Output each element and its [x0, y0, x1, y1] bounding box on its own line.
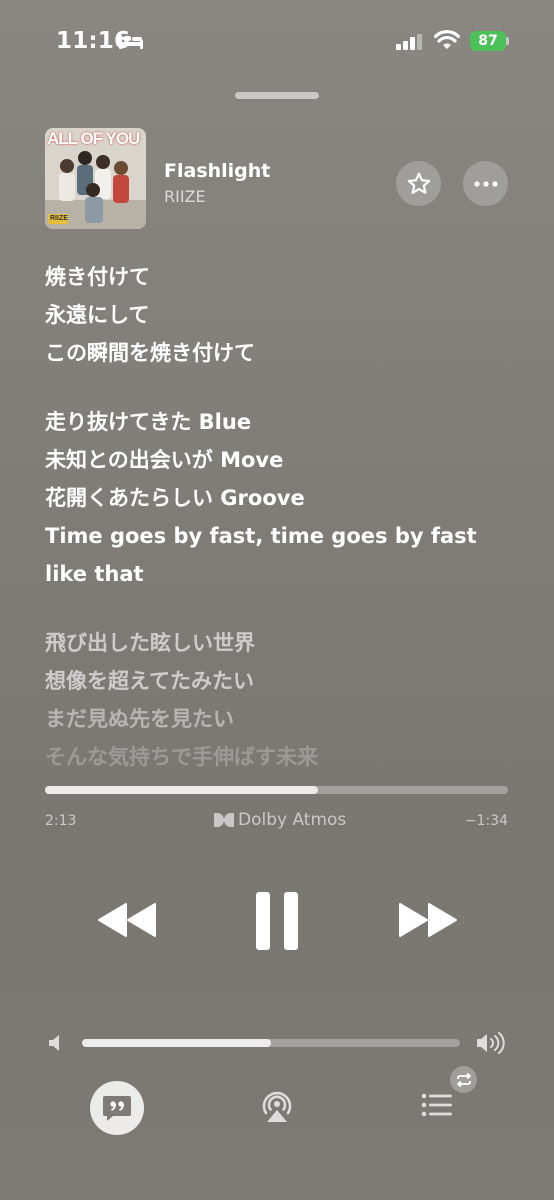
- repeat-badge: [450, 1066, 477, 1093]
- lyric-line[interactable]: 想像を超えてたみたい: [45, 662, 515, 700]
- lyric-line[interactable]: 花開くあたらしい Groove: [45, 479, 515, 517]
- song-title[interactable]: Flashlight: [164, 160, 270, 182]
- airplay-icon[interactable]: [258, 1086, 296, 1124]
- lyric-line[interactable]: 走り抜けてきた Blue: [45, 403, 515, 441]
- artist-name[interactable]: RIIZE: [164, 187, 206, 206]
- sleep-focus-icon: [119, 35, 143, 49]
- lyric-line[interactable]: like that: [45, 555, 515, 593]
- rewind-icon[interactable]: [97, 900, 157, 940]
- fast-forward-icon[interactable]: [398, 900, 458, 940]
- lyric-line[interactable]: そんな気持ちで手伸ばす未来: [45, 738, 515, 776]
- wifi-icon: [434, 30, 460, 49]
- elapsed-time: 2:13: [45, 813, 77, 829]
- lyric-line[interactable]: まだ見ぬ先を見たい: [45, 700, 515, 738]
- lyric-line[interactable]: この瞬間を焼き付けて: [45, 334, 515, 372]
- pause-icon[interactable]: [255, 892, 299, 950]
- battery-nub: [506, 37, 509, 45]
- lyric-line[interactable]: 未知との出会いが Move: [45, 441, 515, 479]
- lyrics-button[interactable]: [90, 1081, 144, 1135]
- playback-progress-fill: [45, 786, 319, 794]
- more-options-button[interactable]: [463, 161, 508, 206]
- cellular-signal-icon: [396, 34, 422, 50]
- lyric-line[interactable]: 焼き付けて: [45, 258, 515, 296]
- speaker-low-icon: [49, 1035, 59, 1051]
- audio-format-label: Dolby Atmos: [238, 810, 347, 830]
- sheet-grabber[interactable]: [235, 92, 319, 99]
- album-art-title: ALL OF YOU: [47, 129, 140, 148]
- lyrics-quote-icon: [103, 1096, 131, 1121]
- ellipsis-icon: [473, 180, 498, 187]
- album-art[interactable]: ALL OF YOU RIIZE: [45, 128, 146, 229]
- playback-scrubber[interactable]: [45, 786, 508, 794]
- star-icon: [407, 172, 430, 194]
- lyrics-panel[interactable]: 焼き付けて 永遠にして この瞬間を焼き付けて 走り抜けてきた Blue 未知との…: [45, 258, 515, 776]
- speaker-high-icon: [477, 1032, 505, 1054]
- lyric-line[interactable]: 飛び出した眩しい世界: [45, 624, 515, 662]
- repeat-icon: [456, 1072, 471, 1087]
- dolby-logo-icon: [214, 813, 234, 827]
- remaining-time: −1:34: [464, 813, 508, 829]
- favorite-button[interactable]: [396, 161, 441, 206]
- lyric-line[interactable]: Time goes by fast, time goes by fast: [45, 517, 515, 555]
- album-art-label: RIIZE: [50, 215, 68, 222]
- lyric-line[interactable]: 永遠にして: [45, 296, 515, 334]
- volume-slider[interactable]: [82, 1039, 460, 1047]
- dolby-atmos-badge: Dolby Atmos: [214, 810, 346, 830]
- battery-indicator: 87: [470, 31, 506, 51]
- volume-level-fill: [82, 1039, 271, 1047]
- queue-list-icon[interactable]: [421, 1092, 453, 1118]
